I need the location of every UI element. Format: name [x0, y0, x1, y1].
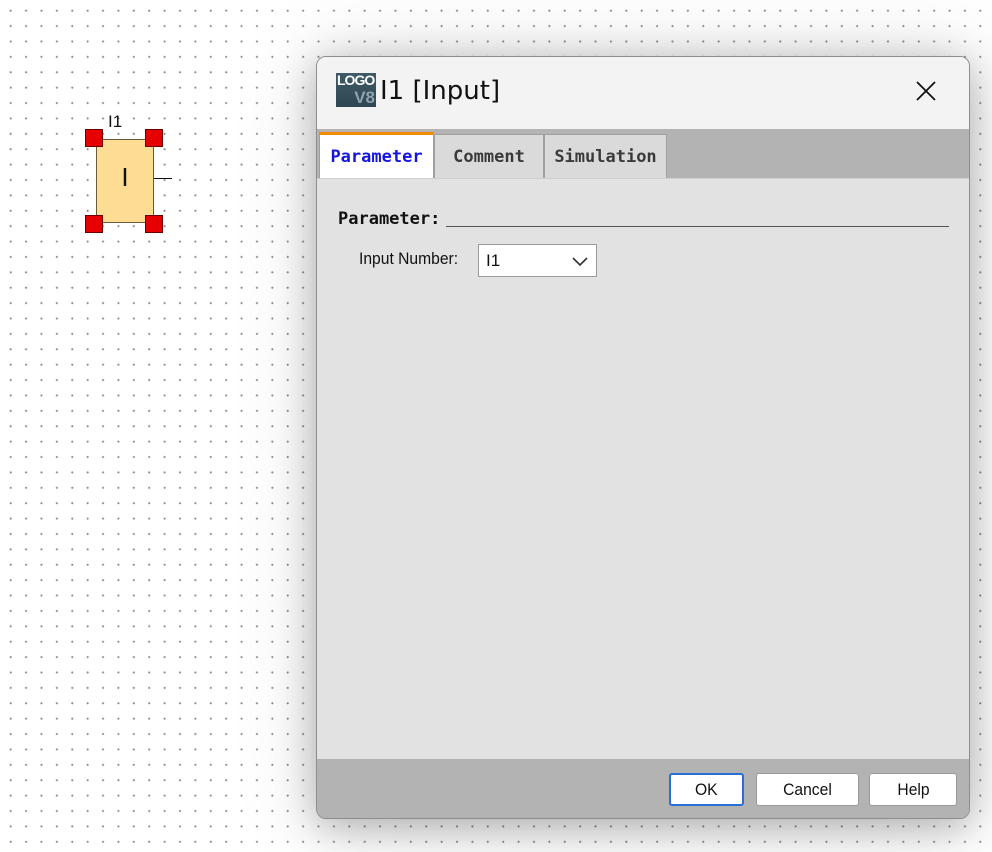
input-block[interactable]: I	[96, 139, 154, 223]
block-name-label: I1	[108, 112, 123, 131]
tab-strip: Parameter Comment Simulation	[317, 129, 969, 178]
ok-button-label: OK	[695, 779, 718, 799]
parameter-panel: Parameter: Input Number: I1	[317, 178, 969, 760]
block-properties-dialog: LOGO V8 I1 [Input] Parameter Comment Sim…	[316, 56, 970, 819]
close-button[interactable]	[901, 71, 951, 111]
input-number-value: I1	[486, 251, 501, 270]
group-divider	[446, 226, 949, 227]
help-button-label: Help	[896, 779, 930, 799]
tab-comment[interactable]: Comment	[434, 134, 544, 178]
ok-button[interactable]: OK	[669, 773, 744, 806]
dialog-title: I1 [Input]	[380, 76, 501, 106]
resize-handle-top-left[interactable]	[85, 129, 103, 147]
dialog-footer: OK Cancel Help	[317, 759, 969, 818]
input-number-select[interactable]: I1	[478, 244, 597, 277]
resize-handle-top-right[interactable]	[145, 129, 163, 147]
app-logo-icon: LOGO V8	[336, 73, 376, 107]
cancel-button[interactable]: Cancel	[756, 773, 859, 806]
tab-parameter[interactable]: Parameter	[319, 132, 434, 178]
input-block-symbol: I	[121, 162, 129, 192]
resize-handle-bottom-left[interactable]	[85, 215, 103, 233]
app-version-text: V8	[354, 88, 375, 107]
input-number-label: Input Number:	[359, 249, 459, 268]
block-output-connector[interactable]	[154, 178, 172, 179]
chevron-down-icon	[572, 257, 588, 267]
help-button[interactable]: Help	[869, 773, 957, 806]
close-icon	[916, 81, 936, 101]
tab-simulation[interactable]: Simulation	[544, 134, 667, 178]
app-logo-text: LOGO	[337, 73, 375, 88]
parameter-group-title: Parameter:	[338, 209, 441, 229]
cancel-button-label: Cancel	[783, 779, 832, 799]
dialog-titlebar: LOGO V8 I1 [Input]	[317, 57, 969, 129]
resize-handle-bottom-right[interactable]	[145, 215, 163, 233]
